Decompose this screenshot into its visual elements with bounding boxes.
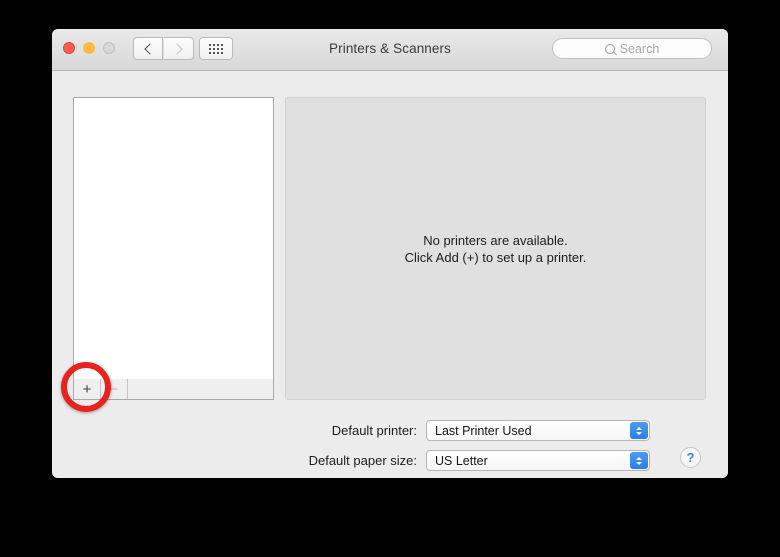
search-placeholder: Search — [619, 41, 660, 56]
add-printer-button[interactable]: + — [74, 379, 101, 399]
search-input[interactable]: Search — [552, 38, 712, 59]
window-titlebar: Printers & Scanners Search — [52, 29, 728, 71]
default-paper-size-stepper-icon — [630, 452, 648, 469]
default-printer-label: Default printer: — [331, 423, 417, 438]
default-paper-size-label: Default paper size: — [308, 453, 417, 468]
default-paper-size-value: US Letter — [435, 453, 488, 468]
remove-printer-button: − — [101, 379, 128, 399]
default-paper-size-select[interactable]: US Letter — [426, 450, 650, 471]
empty-state-message: No printers are available. Click Add (+)… — [405, 232, 587, 266]
printer-list-toolbar: + − — [73, 379, 274, 400]
help-button[interactable]: ? — [680, 447, 701, 468]
preferences-window: Printers & Scanners Search + − No printe… — [52, 29, 728, 478]
empty-state-line-2: Click Add (+) to set up a printer. — [404, 249, 587, 265]
printer-list-toolbar-spacer — [128, 379, 273, 399]
default-printer-stepper-icon — [630, 422, 648, 439]
printer-list[interactable] — [73, 97, 274, 380]
search-icon — [604, 43, 615, 54]
default-printer-row: Default printer: Last Printer Used — [285, 420, 650, 441]
default-paper-size-row: Default paper size: US Letter — [285, 450, 650, 471]
default-printer-select[interactable]: Last Printer Used — [426, 420, 650, 441]
window-body: + − No printers are available. Click Add… — [52, 71, 728, 478]
default-printer-value: Last Printer Used — [435, 423, 532, 438]
empty-state-line-1: No printers are available. — [423, 232, 568, 248]
printer-detail-panel: No printers are available. Click Add (+)… — [285, 97, 706, 400]
